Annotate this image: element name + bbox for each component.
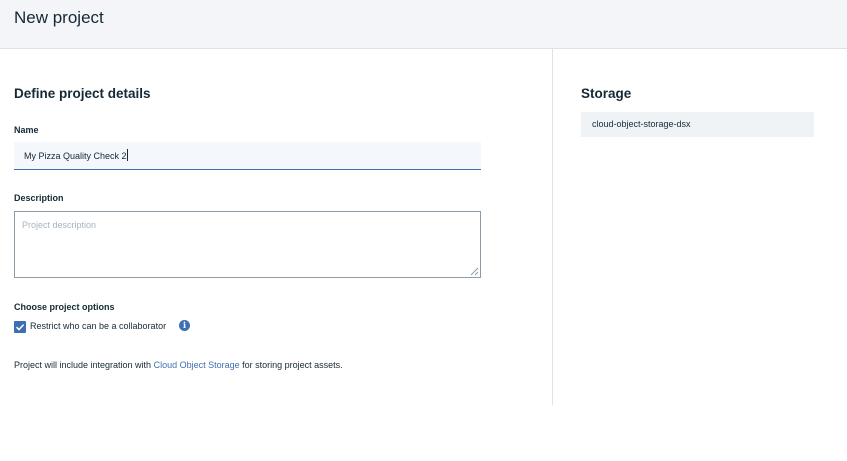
- info-icon[interactable]: i: [179, 320, 190, 331]
- integration-note-suffix: for storing project assets.: [239, 360, 343, 370]
- restrict-collaborator-checkbox[interactable]: [14, 321, 26, 333]
- integration-note: Project will include integration with Cl…: [14, 360, 343, 370]
- storage-instance: cloud-object-storage-dsx: [581, 112, 814, 137]
- cloud-object-storage-link[interactable]: Cloud Object Storage: [154, 360, 240, 370]
- text-caret: [127, 149, 128, 161]
- integration-note-prefix: Project will include integration with: [14, 360, 154, 370]
- storage-section-title: Storage: [581, 86, 632, 101]
- column-divider: [552, 49, 553, 405]
- project-description-input[interactable]: [14, 211, 481, 278]
- page-title: New project: [14, 8, 104, 27]
- project-options-label: Choose project options: [14, 302, 115, 312]
- description-label: Description: [14, 193, 64, 203]
- restrict-collaborator-label[interactable]: Restrict who can be a collaborator: [30, 321, 166, 331]
- project-name-input[interactable]: [14, 142, 481, 170]
- details-section-title: Define project details: [14, 86, 151, 101]
- resize-grip-icon[interactable]: [470, 267, 479, 276]
- page-header: New project: [0, 0, 847, 49]
- name-label: Name: [14, 125, 39, 135]
- checkmark-icon: [15, 324, 25, 331]
